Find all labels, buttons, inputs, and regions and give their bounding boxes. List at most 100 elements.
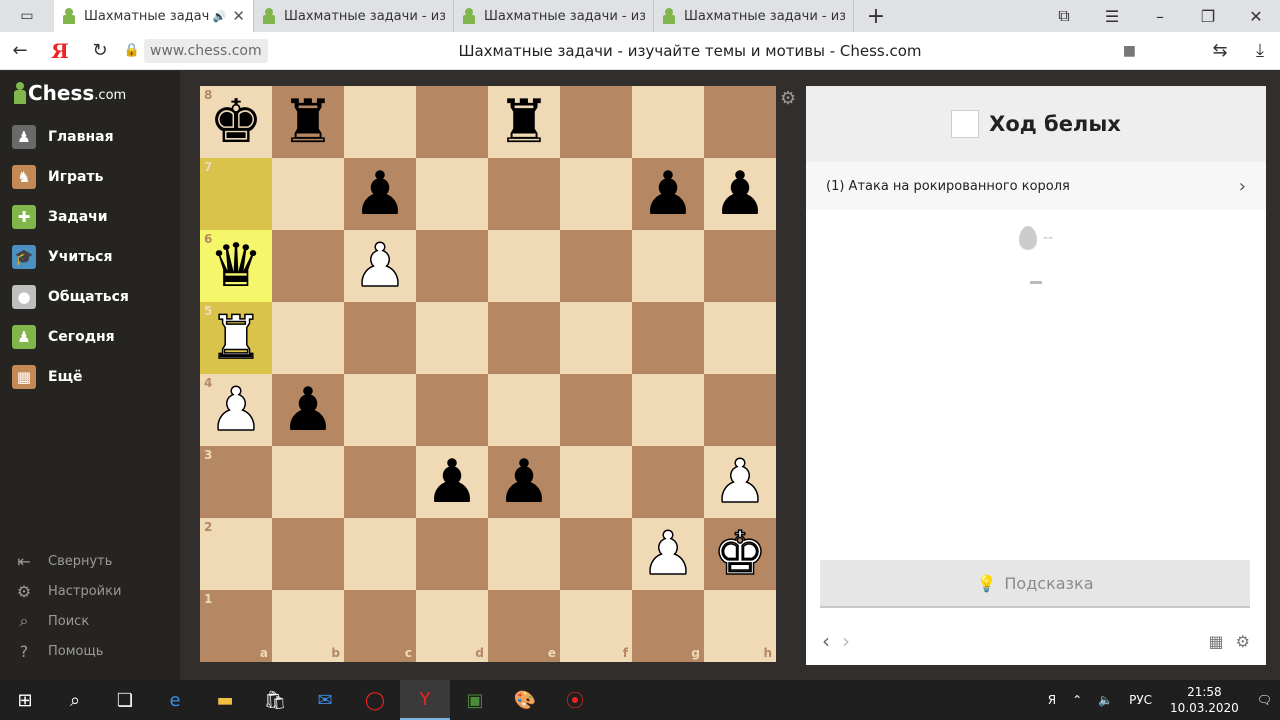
square-d2[interactable] [416, 518, 488, 590]
square-h6[interactable] [704, 230, 776, 302]
chess-board[interactable]: 8 ♚ ♜ ♜ 7 ♟ ♟ ♟ 6 ♛ ♟ 5 ♜ 4 ♟ ♟ 3 ♟ ♟ ♟ 2 ♟ ♚ 1 a b c d e f g h [200, 86, 776, 662]
browser-tab[interactable]: Шахматные задачи - изучае [254, 0, 454, 32]
square-a2[interactable]: 2 [200, 518, 272, 590]
square-d8[interactable] [416, 86, 488, 158]
edge-icon[interactable]: e [150, 680, 200, 720]
square-g5[interactable] [632, 302, 704, 374]
board-settings-gear-icon[interactable]: ⚙ [780, 88, 796, 109]
square-e3[interactable]: ♟ [488, 446, 560, 518]
square-b7[interactable] [272, 158, 344, 230]
square-d6[interactable] [416, 230, 488, 302]
translate-icon[interactable]: ⇆ [1200, 32, 1240, 70]
square-c7[interactable]: ♟ [344, 158, 416, 230]
browser-tab[interactable]: Шахматные задачи - изуча [654, 0, 854, 32]
black-pawn-icon[interactable]: ♟ [281, 380, 335, 440]
white-pawn-icon[interactable]: ♟ [640, 523, 695, 585]
square-e5[interactable] [488, 302, 560, 374]
browser-tab[interactable]: Шахматные задачи 🔊 ✕ [54, 0, 254, 32]
black-king-icon[interactable]: ♚ [209, 92, 263, 152]
file-explorer-icon[interactable]: ▬ [200, 680, 250, 720]
sidebar-item-learn[interactable]: 🎓 Учиться [12, 241, 112, 273]
square-d4[interactable] [416, 374, 488, 446]
square-h5[interactable] [704, 302, 776, 374]
next-move-icon[interactable]: › [842, 629, 850, 653]
sidebar-help-item[interactable]: ? Помощь [14, 637, 104, 665]
sidebar-settings-item[interactable]: ⚙ Настройки [14, 577, 122, 605]
sidebar-item-more[interactable]: ▦ Ещё [12, 361, 83, 393]
reader-app-icon[interactable]: ▣ [450, 680, 500, 720]
menu-icon[interactable]: ☰ [1088, 0, 1136, 32]
square-h3[interactable]: ♟ [704, 446, 776, 518]
white-king-icon[interactable]: ♚ [712, 523, 767, 585]
square-c1[interactable]: c [344, 590, 416, 662]
close-window-button[interactable]: ✕ [1232, 0, 1280, 32]
square-c6[interactable]: ♟ [344, 230, 416, 302]
square-g1[interactable]: g [632, 590, 704, 662]
url-field[interactable]: 🔒 www.chess.com Шахматные задачи - изуча… [120, 38, 1150, 64]
opera-icon[interactable]: ◯ [350, 680, 400, 720]
square-g3[interactable] [632, 446, 704, 518]
square-g4[interactable] [632, 374, 704, 446]
white-pawn-icon[interactable]: ♟ [208, 379, 263, 441]
white-rook-icon[interactable]: ♜ [208, 307, 263, 369]
black-pawn-icon[interactable]: ♟ [425, 452, 479, 512]
square-b2[interactable] [272, 518, 344, 590]
sidebar-item-home[interactable]: ♟ Главная [12, 121, 114, 153]
tabs-panel-icon[interactable]: ▭ [0, 0, 54, 32]
new-tab-button[interactable]: + [854, 4, 898, 29]
black-rook-icon[interactable]: ♜ [497, 92, 551, 152]
square-g7[interactable]: ♟ [632, 158, 704, 230]
search-icon[interactable]: ⌕ [50, 680, 100, 720]
hint-button[interactable]: 💡 Подсказка [820, 560, 1250, 608]
black-pawn-icon[interactable]: ♟ [353, 164, 407, 224]
analysis-board-icon[interactable]: ▦ [1209, 632, 1224, 651]
task-view-icon[interactable]: ❏ [100, 680, 150, 720]
bookmarks-icon[interactable]: ⧉ [1040, 0, 1088, 32]
square-d3[interactable]: ♟ [416, 446, 488, 518]
mail-icon[interactable]: ✉ [300, 680, 350, 720]
square-f8[interactable] [560, 86, 632, 158]
square-f2[interactable] [560, 518, 632, 590]
square-f5[interactable] [560, 302, 632, 374]
chevron-right-icon[interactable]: › [1239, 176, 1246, 197]
input-language[interactable]: РУС [1121, 693, 1160, 707]
square-e7[interactable] [488, 158, 560, 230]
restore-button[interactable]: ❐ [1184, 0, 1232, 32]
paint-icon[interactable]: 🎨 [500, 680, 550, 720]
sidebar-search-item[interactable]: ⌕ Поиск [14, 607, 90, 635]
url-domain[interactable]: www.chess.com [144, 38, 268, 63]
minimize-button[interactable]: – [1136, 0, 1184, 32]
black-queen-icon[interactable]: ♛ [209, 236, 263, 296]
black-pawn-icon[interactable]: ♟ [497, 452, 551, 512]
people-icon[interactable]: Я [1040, 693, 1064, 707]
square-e1[interactable]: e [488, 590, 560, 662]
square-a8[interactable]: 8 ♚ [200, 86, 272, 158]
square-e6[interactable] [488, 230, 560, 302]
tray-chevron-icon[interactable]: ⌃ [1064, 693, 1090, 707]
square-f7[interactable] [560, 158, 632, 230]
sidebar-item-puzzle[interactable]: ✚ Задачи [12, 201, 108, 233]
square-a1[interactable]: 1a [200, 590, 272, 662]
square-f3[interactable] [560, 446, 632, 518]
square-d5[interactable] [416, 302, 488, 374]
volume-icon[interactable]: 🔈 [1090, 693, 1121, 707]
square-e2[interactable] [488, 518, 560, 590]
square-f4[interactable] [560, 374, 632, 446]
back-button[interactable]: ← [0, 32, 40, 70]
square-c8[interactable] [344, 86, 416, 158]
store-icon[interactable]: 🛍 [250, 680, 300, 720]
square-b3[interactable] [272, 446, 344, 518]
sidebar-collapse-item[interactable]: ⇤ Свернуть [14, 547, 112, 575]
windows-start-icon[interactable]: ⊞ [0, 680, 50, 720]
square-d1[interactable]: d [416, 590, 488, 662]
browser-tab[interactable]: Шахматные задачи - изуча [454, 0, 654, 32]
square-c3[interactable] [344, 446, 416, 518]
square-a6[interactable]: 6 ♛ [200, 230, 272, 302]
notifications-icon[interactable]: 🗨 [1249, 693, 1280, 707]
panel-settings-icon[interactable]: ⚙ [1236, 632, 1250, 651]
square-b1[interactable]: b [272, 590, 344, 662]
square-a7[interactable]: 7 [200, 158, 272, 230]
square-g2[interactable]: ♟ [632, 518, 704, 590]
puzzle-theme-row[interactable]: (1) Атака на рокированного короля › [806, 162, 1266, 210]
sidebar-item-chat[interactable]: ● Общаться [12, 281, 129, 313]
